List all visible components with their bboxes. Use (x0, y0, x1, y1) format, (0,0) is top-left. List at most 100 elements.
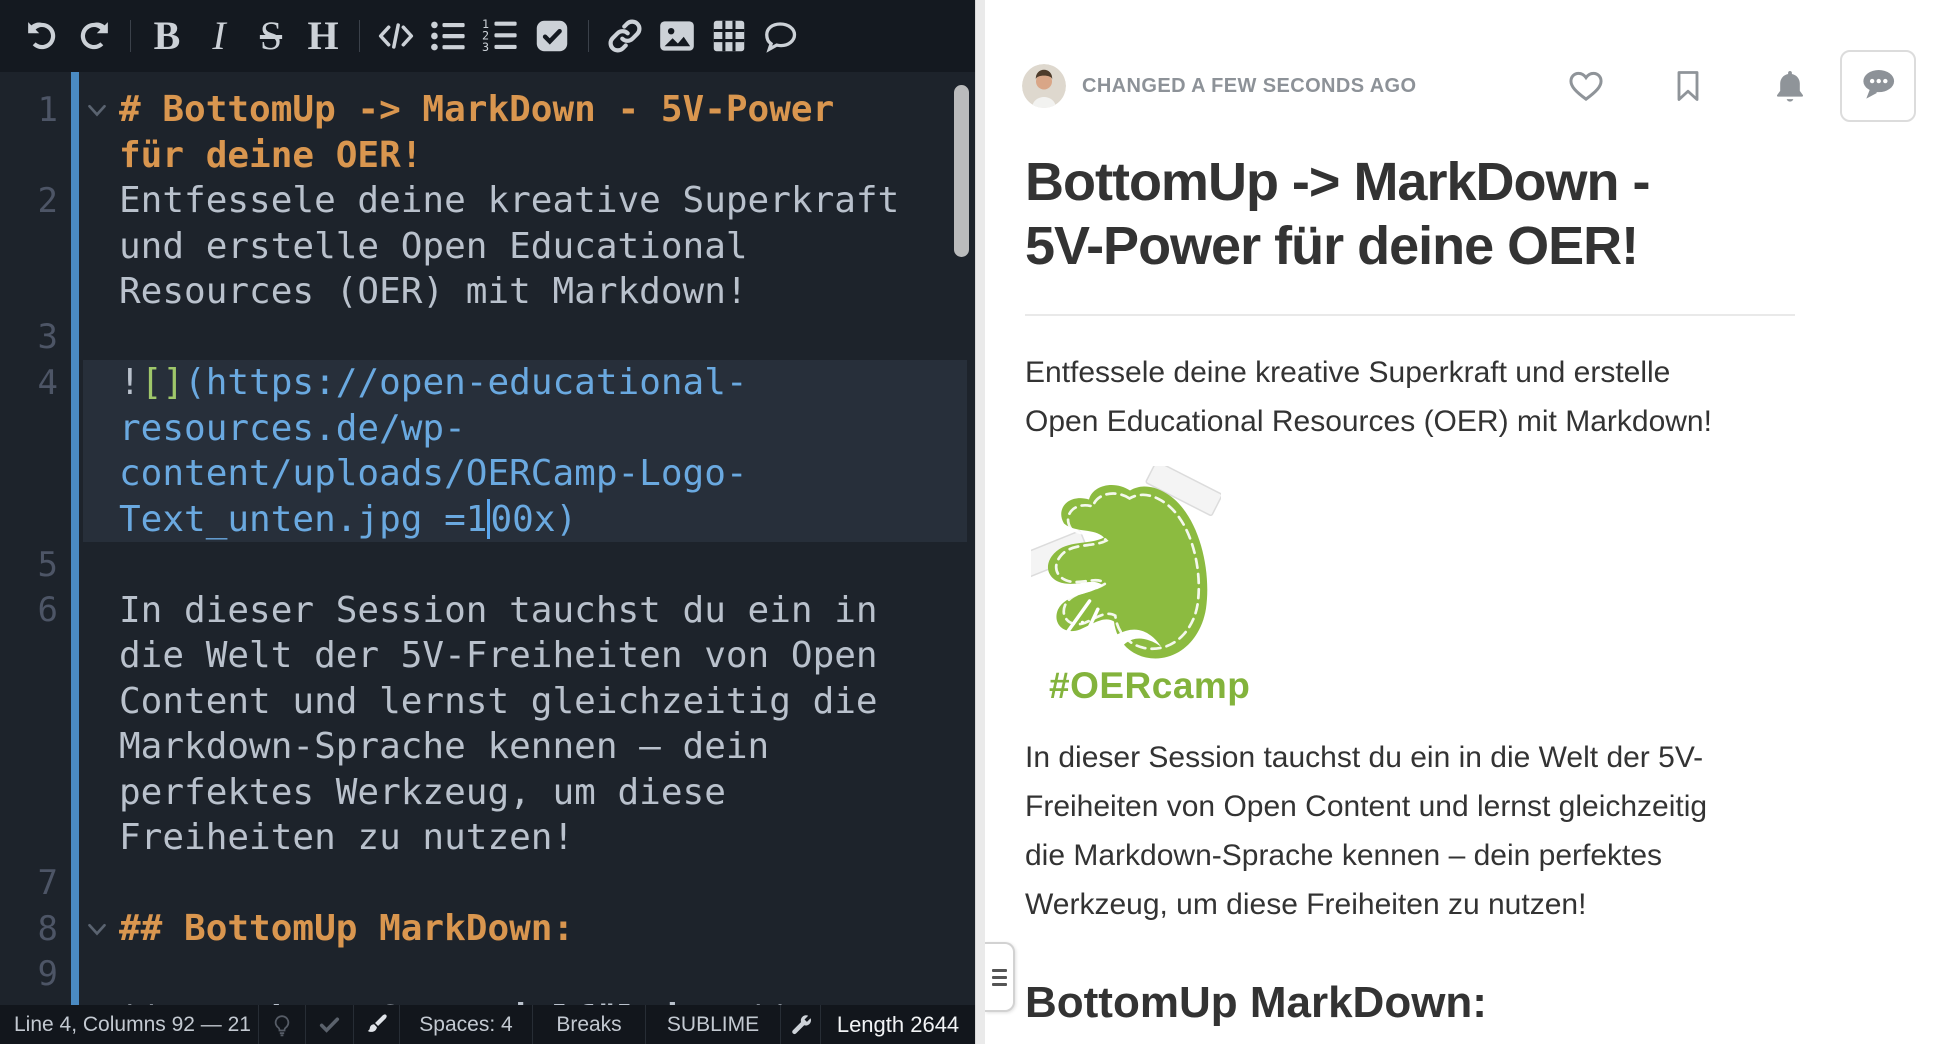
status-night-mode-toggle[interactable] (258, 1005, 305, 1044)
editor-row[interactable]: die Welt der 5V-Freiheiten von Open (0, 633, 975, 679)
toolbar-table-button[interactable] (704, 10, 754, 62)
oercamp-logo: #OERcamp (1031, 466, 1231, 707)
editor-row[interactable]: content/uploads/OERCamp-Logo- (0, 451, 975, 497)
toolbar-undo-button[interactable] (17, 10, 67, 62)
editor-row[interactable]: 10**Verwahren & Vervielfältigen** (0, 997, 975, 1005)
toolbar-link-button[interactable] (600, 10, 650, 62)
status-spellcheck-toggle[interactable] (305, 1005, 353, 1044)
table-icon (711, 18, 747, 54)
comment-icon (763, 18, 799, 54)
toolbar-check-list-button[interactable] (527, 10, 577, 62)
status-doc-length: Length 2644 (820, 1005, 975, 1044)
title-divider (1025, 314, 1795, 316)
code-line-text: und erstelle Open Educational (119, 226, 748, 267)
editor-row[interactable]: und erstelle Open Educational (0, 224, 975, 270)
avatar[interactable] (1022, 64, 1066, 108)
editor-row[interactable]: Content und lernst gleichzeitig die (0, 679, 975, 725)
comment-dots-icon (1859, 66, 1897, 107)
editor-row[interactable]: 2Entfessele deine kreative Superkraft (0, 178, 975, 224)
editor-toolbar: BISH 123 (0, 0, 975, 72)
editor-row[interactable]: 6 In dieser Session tauchst du ein in (0, 588, 975, 634)
code-segment: Resources (OER) mit Markdown! (119, 271, 748, 312)
strikethrough-icon: S (260, 16, 282, 56)
last-changed-status: CHANGED A FEW SECONDS AGO (1082, 75, 1416, 98)
undo-icon (24, 18, 60, 54)
code-segment: für deine OER! (119, 135, 422, 176)
code-line-text: In dieser Session tauchst du ein in (119, 590, 878, 631)
editor-row[interactable]: Freiheiten zu nutzen! (0, 815, 975, 861)
editor-row[interactable]: 9 (0, 952, 975, 998)
fold-chevron-icon[interactable] (85, 917, 109, 941)
editor-row[interactable]: 4 ![](https://open-educational- (0, 360, 975, 406)
svg-text:3: 3 (482, 40, 489, 54)
code-segment: Markdown-Sprache kennen – dein (119, 726, 769, 767)
code-line-text: # BottomUp -> MarkDown - 5V-Power (119, 89, 834, 130)
editor-row[interactable]: 1 # BottomUp -> MarkDown - 5V-Power (0, 87, 975, 133)
status-indent-setting[interactable]: Spaces: 4 (399, 1005, 532, 1044)
editor-row[interactable]: Resources (OER) mit Markdown! (0, 269, 975, 315)
toolbar-code-button[interactable] (371, 10, 421, 62)
image-icon (658, 18, 696, 54)
editor-row[interactable]: 3 (0, 315, 975, 361)
link-icon (607, 18, 643, 54)
gutter-accent-bar (71, 72, 79, 1005)
editor-row[interactable]: 5 (0, 542, 975, 588)
toolbar-italic-button[interactable]: I (194, 10, 244, 62)
split-drag-handle[interactable] (985, 942, 1015, 1012)
code-segment: ! (119, 362, 141, 403)
toolbar-strikethrough-button[interactable]: S (246, 10, 296, 62)
toolbar-heading-button[interactable]: H (298, 10, 348, 62)
editor-row[interactable]: Text_unten.jpg =100x) (0, 497, 975, 543)
bookmark-icon[interactable] (1668, 68, 1708, 104)
code-line-text: ## BottomUp MarkDown: (119, 908, 574, 949)
code-line-text: ![](https://open-educational- (119, 362, 748, 403)
bell-icon[interactable] (1770, 67, 1810, 105)
editor-row[interactable]: 7 (0, 861, 975, 907)
editor-pane: BISH 123 1 # BottomUp -> MarkDown - 5V-Pow… (0, 0, 975, 1044)
fold-chevron-icon[interactable] (85, 98, 109, 122)
toolbar-bold-button[interactable]: B (142, 10, 192, 62)
toolbar-separator (359, 20, 360, 52)
toolbar-ordered-list-button[interactable]: 123 (475, 10, 525, 62)
unordered-list-icon (430, 18, 466, 54)
editor-scrollbar[interactable] (954, 85, 969, 257)
code-line-text: content/uploads/OERCamp-Logo- (119, 453, 748, 494)
toolbar-redo-button[interactable] (69, 10, 119, 62)
status-linter-toggle[interactable] (353, 1005, 399, 1044)
status-preferences[interactable] (780, 1005, 820, 1044)
line-number: 7 (0, 863, 58, 903)
pane-divider[interactable] (975, 0, 985, 1044)
code-line-text: Freiheiten zu nutzen! (119, 817, 574, 858)
intro-paragraph: Entfessele deine kreative Superkraft und… (1025, 348, 1795, 446)
code-segment: Text_unten.jpg =1 (119, 499, 487, 540)
line-number: 4 (0, 363, 58, 403)
toolbar-comment-button[interactable] (756, 10, 806, 62)
comments-button[interactable] (1840, 50, 1916, 122)
line-number: 6 (0, 590, 58, 630)
code-line-text: Text_unten.jpg =100x) (119, 499, 577, 540)
editor-row[interactable]: resources.de/wp- (0, 406, 975, 452)
code-segment: ## BottomUp MarkDown: (119, 908, 574, 949)
status-keymap-setting[interactable]: SUBLIME (645, 1005, 780, 1044)
editor-row[interactable]: Markdown-Sprache kennen – dein (0, 724, 975, 770)
code-segment: content/uploads/OERCamp-Logo- (119, 453, 748, 494)
code-line-text: die Welt der 5V-Freiheiten von Open (119, 635, 878, 676)
code-segment: # BottomUp -> MarkDown - 5V-Power (119, 89, 834, 130)
ordered-list-icon: 123 (482, 18, 518, 54)
heading-icon: H (307, 16, 338, 56)
editor-rows: 1 # BottomUp -> MarkDown - 5V-Power für de… (0, 87, 975, 1005)
editor-row[interactable]: für deine OER! (0, 133, 975, 179)
toolbar-unordered-list-button[interactable] (423, 10, 473, 62)
toolbar-image-button[interactable] (652, 10, 702, 62)
line-number: 1 (0, 90, 58, 130)
status-linebreak-setting[interactable]: Breaks (532, 1005, 645, 1044)
code-icon (377, 18, 415, 54)
editor-row[interactable]: 8## BottomUp MarkDown: (0, 906, 975, 952)
editor-row[interactable]: perfektes Werkzeug, um diese (0, 770, 975, 816)
page-title: BottomUp -> MarkDown - 5V-Power für dein… (1025, 150, 1795, 278)
code-segment: **Verwahren & Vervielfältigen** (119, 999, 791, 1005)
code-segment: und erstelle Open Educational (119, 226, 748, 267)
code-segment: perfektes Werkzeug, um diese (119, 772, 726, 813)
heart-icon[interactable] (1566, 67, 1606, 105)
code-editor[interactable]: 1 # BottomUp -> MarkDown - 5V-Power für de… (0, 72, 975, 1005)
